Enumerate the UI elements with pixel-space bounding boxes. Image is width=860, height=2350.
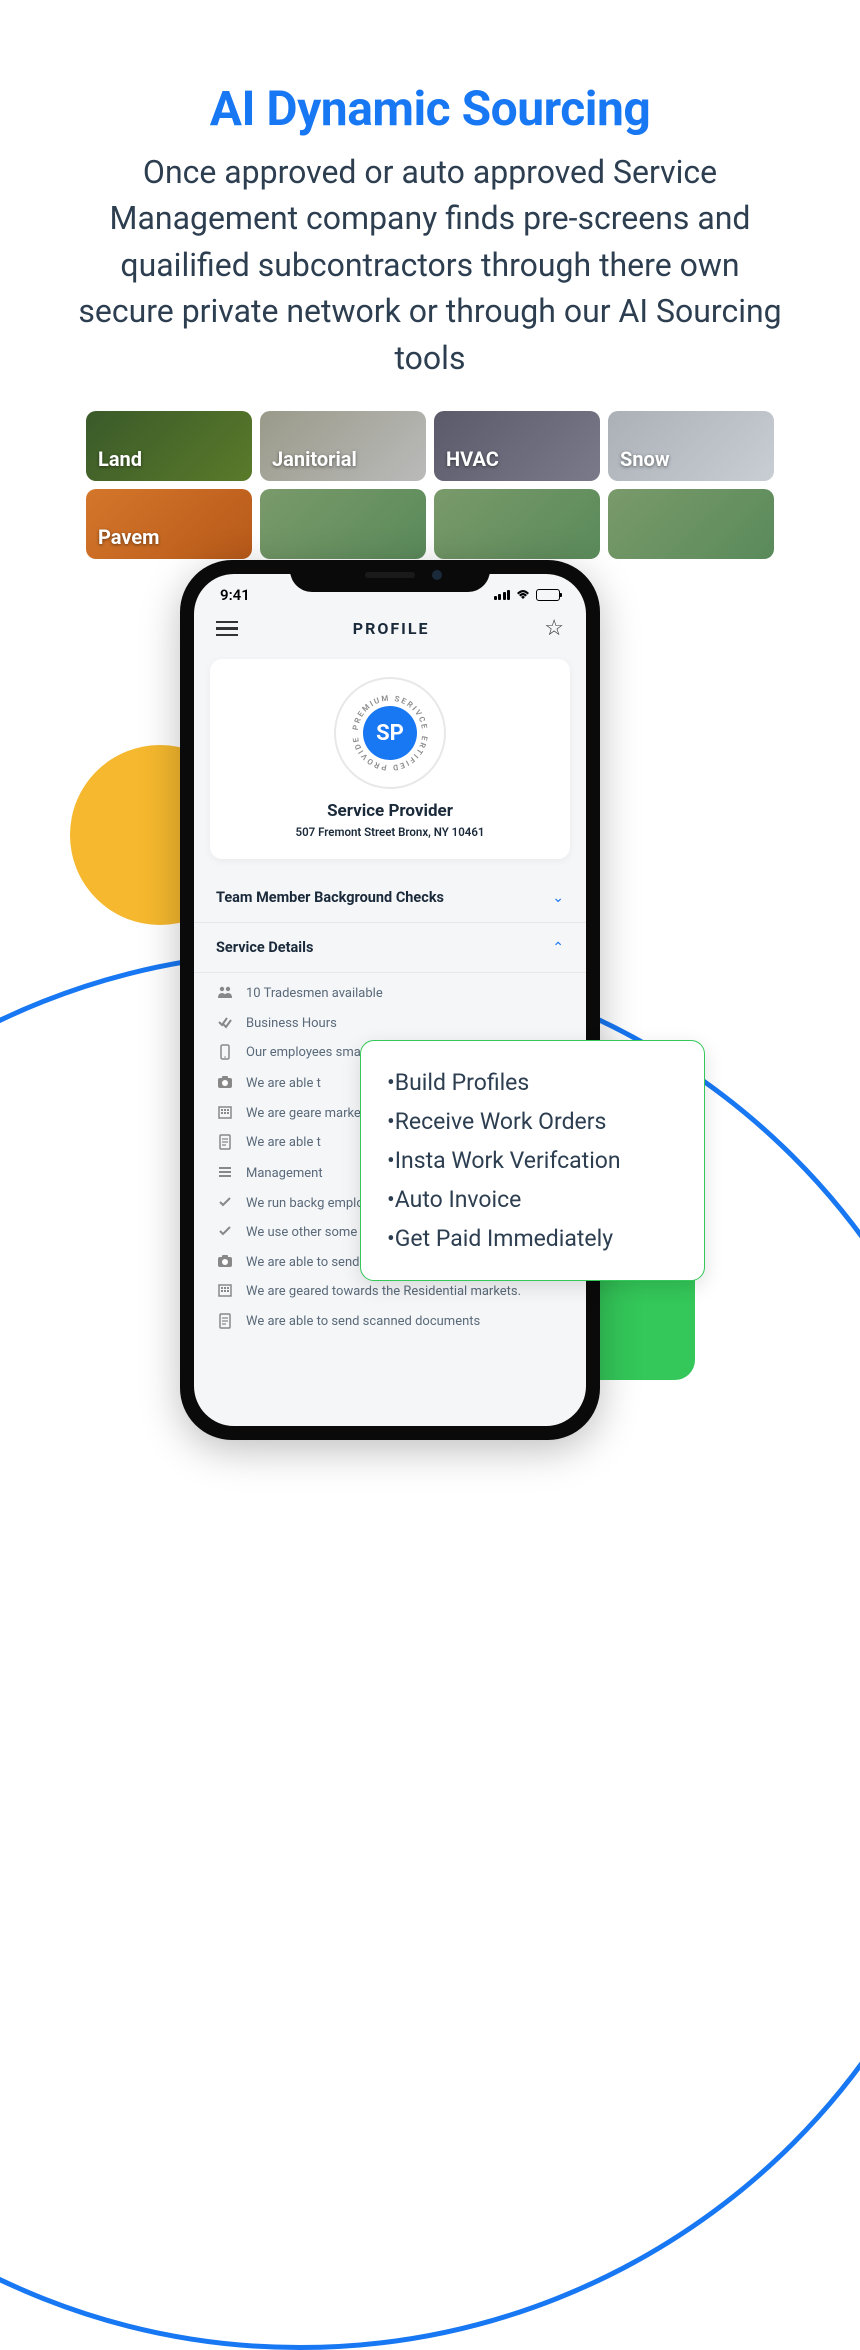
star-icon[interactable]: ☆ bbox=[544, 616, 564, 641]
category-label: Janitorial bbox=[272, 447, 357, 471]
detail-text: 10 Tradesmen available bbox=[246, 984, 383, 1004]
phone-frame: 9:41 PROFILE ☆ bbox=[180, 560, 600, 1440]
category-tile[interactable] bbox=[434, 489, 600, 559]
list-icon bbox=[216, 1165, 234, 1183]
popup-item: •Insta Work Verifcation bbox=[387, 1141, 678, 1180]
detail-text: Management bbox=[246, 1164, 323, 1184]
app-header: PROFILE ☆ bbox=[194, 606, 586, 655]
building-icon bbox=[216, 1283, 234, 1301]
category-tile[interactable]: Pavem bbox=[86, 489, 252, 559]
category-grid: Land Janitorial HVAC Snow Pavem bbox=[86, 411, 774, 559]
category-tile[interactable]: Janitorial bbox=[260, 411, 426, 481]
provider-badge: PREMIUM SERIVCE CERTIFIED PROVIDER SP bbox=[334, 677, 446, 789]
section-label: Service Details bbox=[216, 939, 313, 956]
badge-ring-text: PREMIUM SERIVCE CERTIFIED PROVIDER bbox=[344, 687, 436, 779]
doc-icon bbox=[216, 1134, 234, 1154]
camera-icon bbox=[216, 1075, 234, 1093]
chevron-down-icon: ⌄ bbox=[552, 890, 564, 906]
detail-text: We are able to send scanned documents bbox=[246, 1312, 480, 1332]
category-tile[interactable]: Land bbox=[86, 411, 252, 481]
provider-name: Service Provider bbox=[226, 801, 554, 821]
features-popup: •Build Profiles•Receive Work Orders•Inst… bbox=[360, 1040, 705, 1281]
detail-text: Business Hours bbox=[246, 1014, 337, 1034]
chevron-up-icon: ⌃ bbox=[552, 940, 564, 956]
camera-icon bbox=[216, 1254, 234, 1272]
category-label: Pavem bbox=[98, 525, 159, 549]
provider-address: 507 Fremont Street Bronx, NY 10461 bbox=[226, 825, 554, 839]
profile-card: PREMIUM SERIVCE CERTIFIED PROVIDER SP Se… bbox=[210, 659, 570, 859]
phone-icon bbox=[216, 1044, 234, 1064]
status-time: 9:41 bbox=[220, 586, 250, 604]
detail-item: 10 Tradesmen available bbox=[216, 979, 564, 1009]
category-label: Land bbox=[98, 447, 142, 471]
battery-icon bbox=[536, 589, 560, 601]
phone-screen: 9:41 PROFILE ☆ bbox=[194, 574, 586, 1426]
check2-icon bbox=[216, 1015, 234, 1033]
check-icon bbox=[216, 1224, 234, 1242]
detail-text: We are able t bbox=[246, 1074, 321, 1094]
people-icon bbox=[216, 985, 234, 1003]
detail-item: Business Hours bbox=[216, 1009, 564, 1039]
popup-item: •Receive Work Orders bbox=[387, 1102, 678, 1141]
section-label: Team Member Background Checks bbox=[216, 889, 444, 906]
page-title: AI Dynamic Sourcing bbox=[0, 80, 860, 137]
category-tile[interactable] bbox=[260, 489, 426, 559]
signal-icon bbox=[494, 590, 511, 600]
page-description: Once approved or auto approved Service M… bbox=[70, 149, 790, 381]
category-label: Snow bbox=[620, 447, 670, 471]
category-tile[interactable]: Snow bbox=[608, 411, 774, 481]
detail-text: We are geare markets. bbox=[246, 1104, 375, 1124]
doc-icon bbox=[216, 1313, 234, 1333]
section-service-details[interactable]: Service Details ⌃ bbox=[194, 923, 586, 973]
detail-text: We are able t bbox=[246, 1133, 321, 1153]
header-title: PROFILE bbox=[353, 619, 430, 638]
category-tile[interactable]: HVAC bbox=[434, 411, 600, 481]
popup-item: •Get Paid Immediately bbox=[387, 1219, 678, 1258]
detail-item: We are able to send scanned documents bbox=[216, 1307, 564, 1338]
category-tile[interactable] bbox=[608, 489, 774, 559]
category-label: HVAC bbox=[446, 447, 499, 471]
wifi-icon bbox=[515, 586, 531, 604]
popup-item: •Auto Invoice bbox=[387, 1180, 678, 1219]
svg-text:PREMIUM SERIVCE: PREMIUM SERIVCE bbox=[351, 694, 429, 731]
building-icon bbox=[216, 1105, 234, 1123]
section-background-checks[interactable]: Team Member Background Checks ⌄ bbox=[194, 873, 586, 923]
check-icon bbox=[216, 1195, 234, 1213]
phone-notch bbox=[290, 560, 490, 592]
detail-text: We are geared towards the Residential ma… bbox=[246, 1282, 521, 1302]
detail-item: We are geared towards the Residential ma… bbox=[216, 1277, 564, 1307]
popup-item: •Build Profiles bbox=[387, 1063, 678, 1102]
menu-icon[interactable] bbox=[216, 621, 238, 637]
